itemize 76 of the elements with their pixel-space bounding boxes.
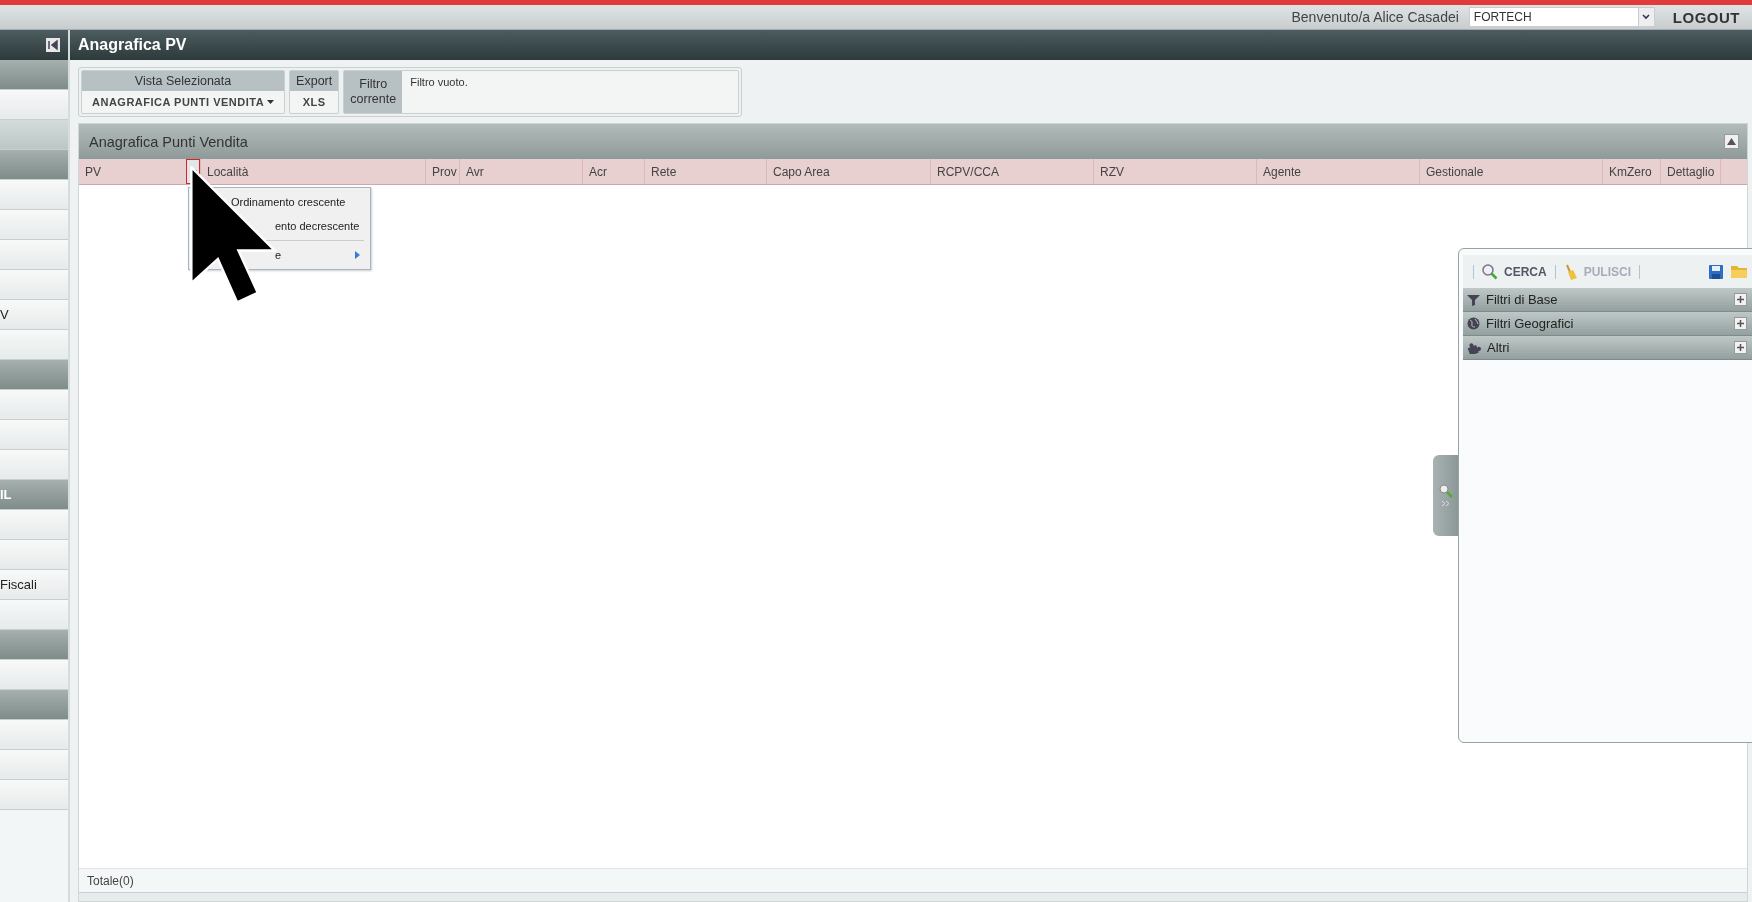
sidebar-item[interactable] [0,240,68,270]
sidebar-item[interactable] [0,420,68,450]
caret-icon [267,100,275,104]
logout-link[interactable]: LOGOUT [1672,8,1740,26]
menu-item[interactable]: Ordinamento crescente [189,190,370,214]
sidebar-item[interactable] [0,660,68,690]
group-label: Vista Selezionata [82,71,285,91]
sidebar-item[interactable] [0,390,68,420]
grid-title: Anagrafica Punti Vendita [89,133,248,150]
column-header[interactable]: Prov [426,159,459,184]
filter-section[interactable]: Altri [1463,336,1752,360]
column-header[interactable]: Agente [1257,159,1419,184]
broom-icon [1563,263,1578,280]
welcome-text: Benvenuto/a Alice Casadei [1291,9,1459,25]
sidebar-item[interactable] [0,600,68,630]
sidebar-section[interactable] [0,150,68,180]
search-button[interactable]: CERCA [1482,263,1547,280]
column-header[interactable]: Gestionale [1420,159,1602,184]
group-label: Export [290,71,339,91]
group-label: Filtro corrente [344,71,403,113]
column-header[interactable]: Rete [645,159,766,184]
collapse-button[interactable] [1724,134,1739,149]
sidebar-item[interactable] [0,510,68,540]
page-title: Anagrafica PV [70,30,1752,60]
double-chevron-icon [1441,500,1451,507]
sidebar-item[interactable] [0,90,68,120]
menu-item[interactable]: ento decrescente [189,214,370,238]
filter-text: Filtro vuoto. [409,75,469,90]
folder-icon[interactable] [1731,265,1747,278]
search-icon [1482,263,1498,280]
sidebar-section[interactable] [0,120,68,150]
section-label: Filtri di Base [1486,292,1558,307]
column-header[interactable]: Acr [583,159,644,184]
sidebar-item[interactable] [0,720,68,750]
column-header[interactable]: PV [79,159,186,184]
column-header[interactable]: Capo Area [767,159,930,184]
column-header[interactable]: RCPV/CCA [931,159,1093,184]
sidebar-item[interactable]: Fiscali [0,570,68,600]
search-icon [1439,484,1453,498]
funnel-icon [1467,293,1480,306]
xls-button[interactable]: XLS [290,91,339,113]
sidebar-item[interactable] [0,270,68,300]
sidebar-section[interactable] [0,630,68,660]
plus-icon[interactable] [1734,293,1747,306]
column-header[interactable]: Località [201,159,425,184]
section-label: Altri [1487,340,1510,355]
plus-icon[interactable] [1734,317,1747,330]
sidebar-item[interactable] [0,450,68,480]
globe-icon [1467,317,1480,330]
filter-section[interactable]: Filtri di Base [1463,288,1752,312]
sidebar-item[interactable] [0,330,68,360]
filter-section[interactable]: Filtri Geografici [1463,312,1752,336]
save-icon[interactable] [1709,264,1723,279]
sidebar-item[interactable]: V [0,300,68,330]
collapse-icon[interactable] [46,38,60,52]
sidebar-item[interactable] [0,780,68,810]
sidebar-item[interactable] [0,210,68,240]
chevron-down-icon [1642,14,1651,20]
column-header[interactable]: KmZero [1603,159,1660,184]
column-header[interactable]: Dettaglio [1661,159,1720,184]
sidebar-item[interactable] [0,540,68,570]
submenu-arrow-icon [355,251,360,259]
collapse-icon [1727,138,1736,145]
company-select[interactable]: FORTECH [1468,7,1655,27]
total-count: Totale(0) [79,868,1747,892]
sidebar-item[interactable] [0,750,68,780]
column-header[interactable]: Avr [460,159,582,184]
panel-toggle-tab[interactable] [1433,455,1459,536]
view-dropdown[interactable]: ANAGRAFICA PUNTI VENDITA [82,91,285,113]
sidebar-section[interactable] [0,360,68,390]
sidebar-section[interactable] [0,690,68,720]
sidebar-section[interactable] [0,60,68,90]
section-label: Filtri Geografici [1486,316,1574,331]
plus-icon[interactable] [1734,341,1747,354]
sidebar-item[interactable] [0,180,68,210]
column-header[interactable]: RZV [1094,159,1256,184]
